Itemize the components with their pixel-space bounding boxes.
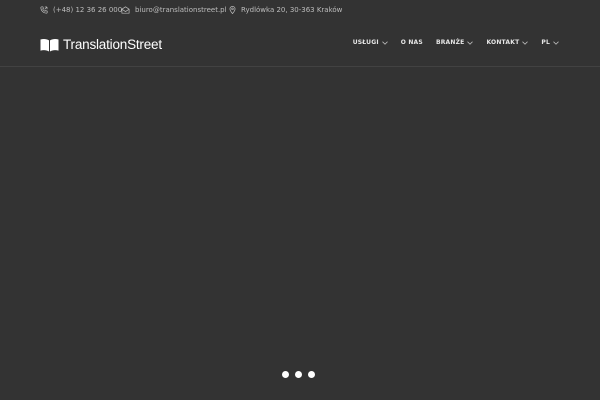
slider-dot-2[interactable] (295, 371, 302, 378)
phone-icon (40, 6, 48, 14)
nav-item-branze[interactable]: BRANŻE (436, 39, 474, 46)
map-pin-icon (229, 6, 236, 14)
chevron-down-icon (522, 40, 529, 45)
main-nav: USŁUGI O NAS BRANŻE KONTAKT PL (340, 39, 559, 46)
nav-item-o-nas[interactable]: O NAS (401, 39, 423, 46)
phone-number: (+48) 12 36 26 000 (53, 6, 123, 14)
nav-item-kontakt[interactable]: KONTAKT (486, 39, 529, 46)
main-header: TranslationStreet USŁUGI O NAS BRANŻE KO… (0, 24, 600, 67)
contact-email[interactable]: biuro@translationstreet.pl (121, 6, 227, 14)
slider-dot-3[interactable] (308, 371, 315, 378)
contact-address: Rydlówka 20, 30-363 Kraków (229, 6, 342, 14)
logo-text: TranslationStreet (63, 37, 162, 52)
site-logo[interactable]: TranslationStreet (40, 37, 162, 53)
nav-item-language[interactable]: PL (541, 39, 559, 46)
nav-label: O NAS (400, 39, 423, 46)
chevron-down-icon (467, 40, 474, 45)
open-book-icon (40, 38, 59, 52)
contact-phone[interactable]: (+48) 12 36 26 000 (40, 6, 122, 14)
nav-label: USŁUGI (352, 39, 379, 46)
nav-label: PL (541, 39, 550, 46)
envelope-icon (121, 6, 130, 14)
slider-pagination (282, 371, 315, 378)
page: (+48) 12 36 26 000 biuro@translationstre… (0, 0, 600, 400)
nav-label: KONTAKT (486, 39, 520, 46)
chevron-down-icon (381, 40, 388, 45)
slider-dot-1[interactable] (282, 371, 289, 378)
email-address: biuro@translationstreet.pl (135, 6, 227, 14)
hero-slider (0, 67, 600, 400)
street-address: Rydlówka 20, 30-363 Kraków (241, 6, 343, 14)
nav-label: BRANŻE (435, 39, 465, 46)
chevron-down-icon (553, 40, 559, 45)
nav-item-uslugi[interactable]: USŁUGI (353, 39, 388, 46)
top-contact-bar: (+48) 12 36 26 000 biuro@translationstre… (0, 0, 600, 24)
